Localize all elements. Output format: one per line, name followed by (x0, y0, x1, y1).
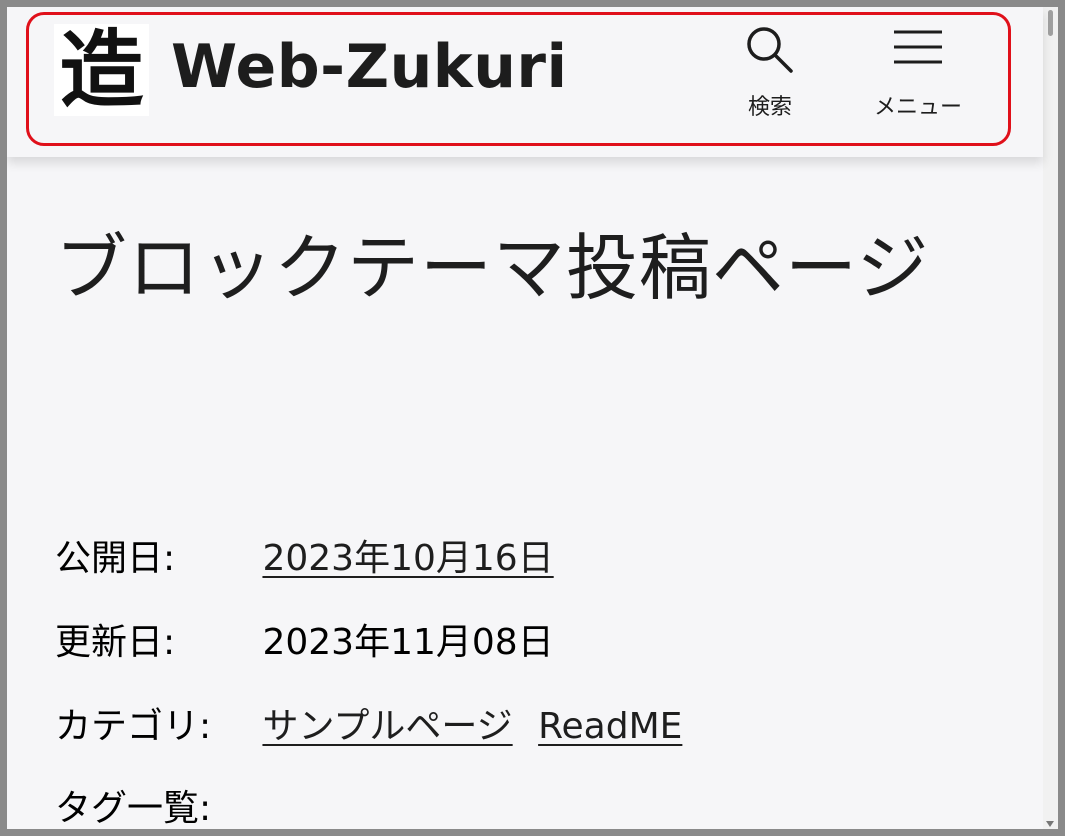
updated-date: 2023年11月08日 (262, 622, 554, 663)
search-button[interactable]: 検索 (735, 23, 805, 133)
search-icon (747, 27, 793, 73)
site-header: 造 Web-Zukuri 検索 メニュー (7, 7, 1043, 157)
post-title: ブロックテーマ投稿ページ (55, 226, 930, 310)
hamburger-menu-icon (894, 30, 942, 64)
scrollbar-thumb[interactable] (1048, 10, 1053, 36)
browser-viewport: 造 Web-Zukuri 検索 メニュー ブロックテーマ投稿ページ 公開日: 2… (7, 7, 1058, 829)
site-logo[interactable]: 造 (54, 24, 149, 116)
menu-label: メニュー (873, 95, 962, 120)
vertical-scrollbar[interactable] (1043, 7, 1058, 829)
published-label: 公開日: (55, 538, 176, 579)
tags-label: タグ一覧: (55, 788, 212, 829)
updated-label: 更新日: (55, 622, 176, 663)
published-row: 公開日: 2023年10月16日 (55, 537, 554, 581)
category-row: カテゴリ: サンプルページ ReadME (55, 705, 682, 749)
scroll-down-arrow-icon[interactable] (1046, 821, 1054, 827)
category-link[interactable]: サンプルページ (262, 705, 512, 749)
tags-row: タグ一覧: (55, 787, 251, 829)
menu-button[interactable]: メニュー (865, 23, 971, 133)
search-label: 検索 (747, 95, 792, 120)
category-link[interactable]: ReadME (538, 705, 682, 749)
site-title[interactable]: Web-Zukuri (171, 37, 568, 97)
post-content: ブロックテーマ投稿ページ (55, 217, 1015, 334)
updated-row: 更新日: 2023年11月08日 (55, 621, 554, 665)
category-label: カテゴリ: (55, 706, 212, 747)
logo-glyph: 造 (59, 21, 144, 119)
published-date-link[interactable]: 2023年10月16日 (262, 537, 553, 581)
